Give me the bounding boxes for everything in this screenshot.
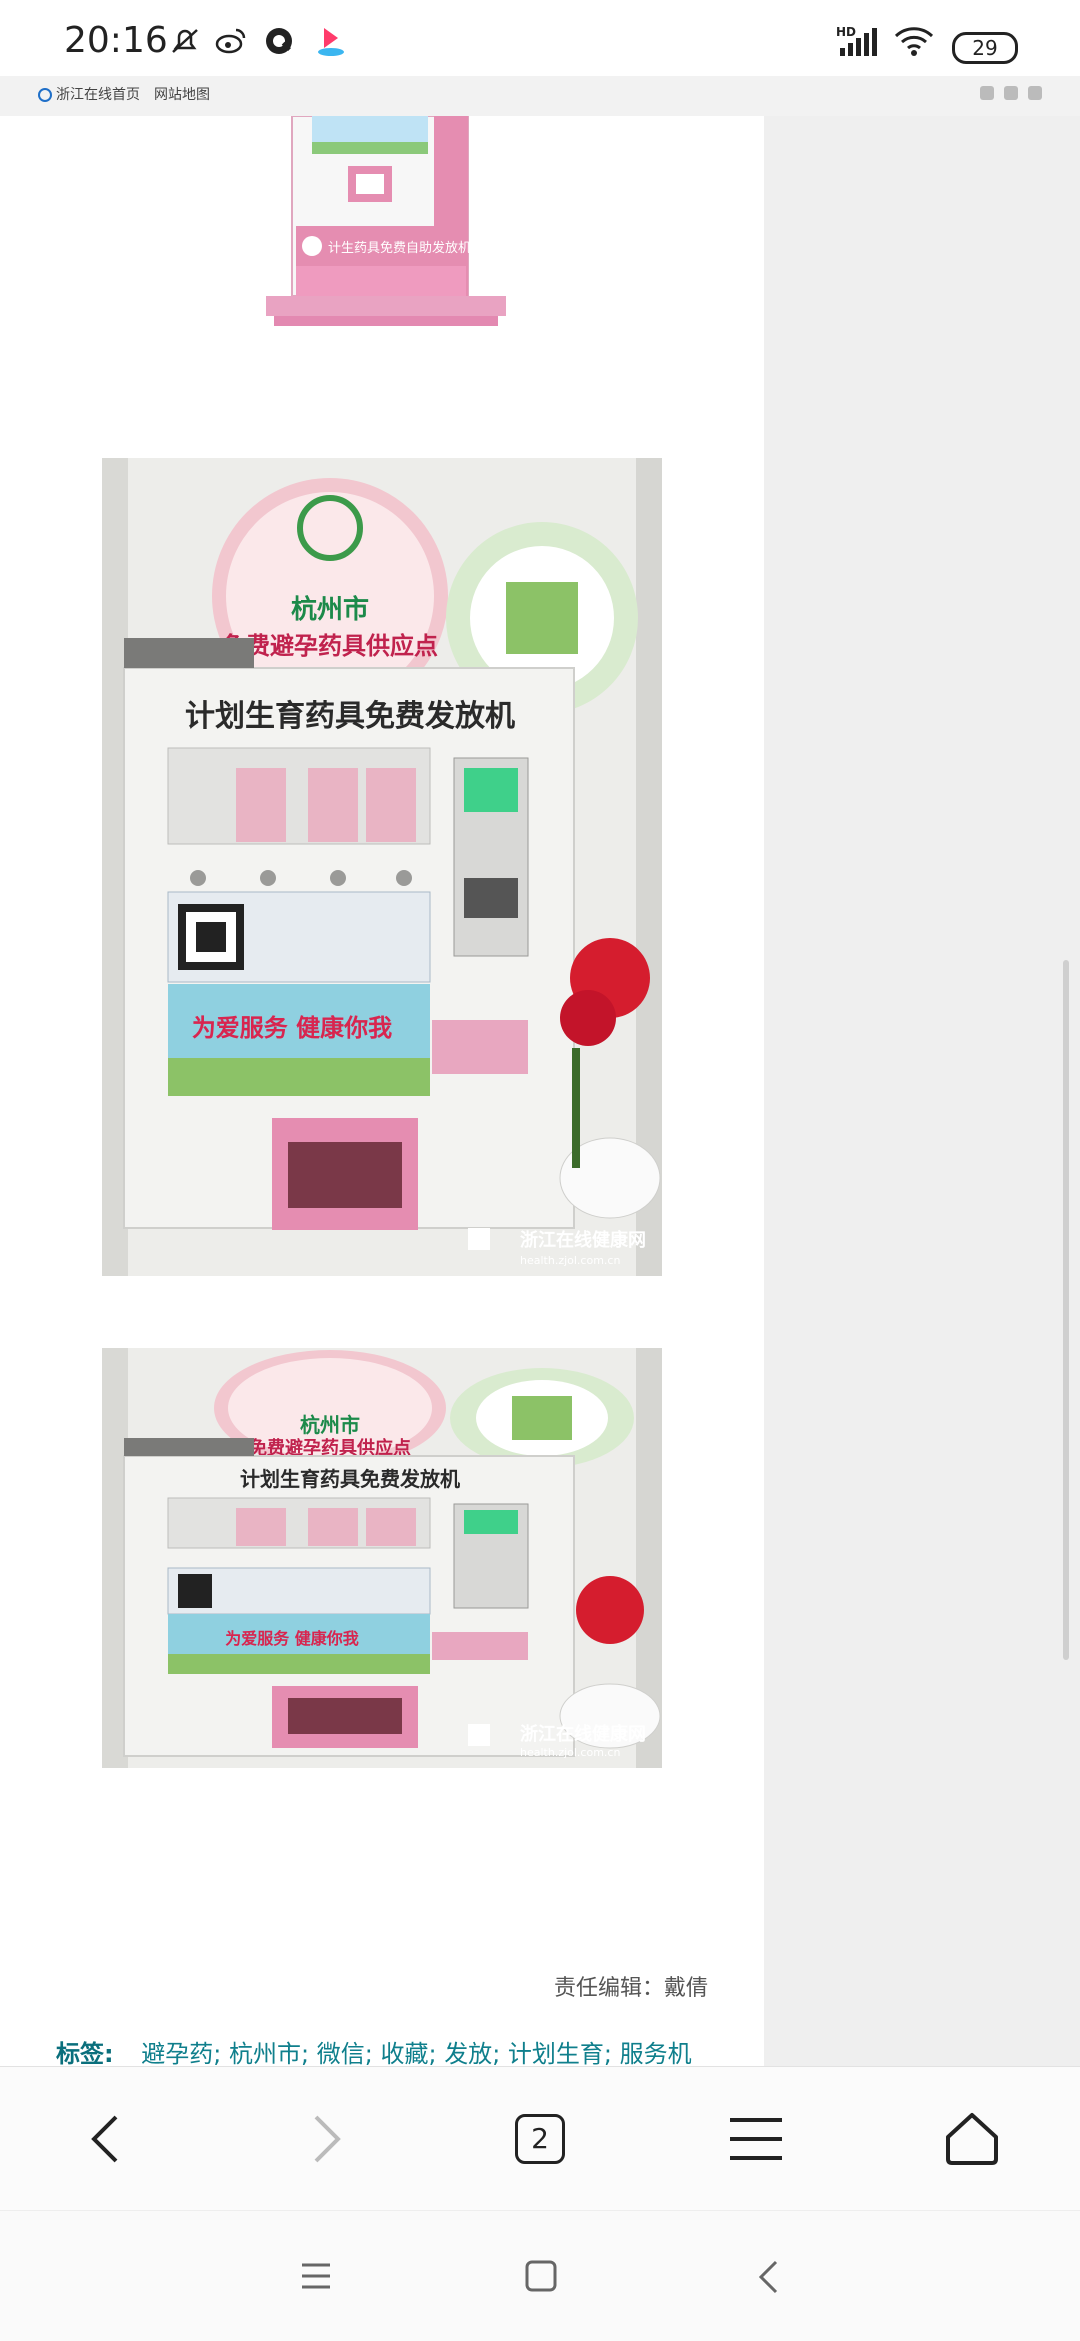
mail-icon[interactable] xyxy=(980,86,994,100)
zjol-logo-icon xyxy=(38,88,52,102)
globe-icon[interactable] xyxy=(1028,86,1042,100)
recent-apps-icon[interactable] xyxy=(300,2261,332,2291)
home-square-icon[interactable] xyxy=(524,2259,558,2293)
menu-button[interactable] xyxy=(720,2103,792,2175)
site-home-link[interactable]: 浙江在线首页 xyxy=(38,84,140,104)
chevron-left-icon xyxy=(91,2115,118,2163)
machine-photo-1: 杭州市 免费避孕药具供应点 计划生育药具免费发放机 为爱服务 健康你我 浙江在线… xyxy=(102,458,662,1276)
slogan-1: 为爱服务 健康你我 xyxy=(192,1014,392,1042)
video-app-icon xyxy=(318,28,344,56)
sign-text-1: 免费避孕药具供应点 xyxy=(222,632,438,660)
tag-item[interactable]: 计划生育 xyxy=(508,2040,604,2068)
system-nav-bar xyxy=(0,2210,1080,2341)
tag-item[interactable]: 收藏 xyxy=(380,2040,428,2068)
signal-icon: HD xyxy=(836,25,877,56)
scrollbar[interactable] xyxy=(1063,960,1069,1660)
slogan-2: 为爱服务 健康你我 xyxy=(225,1629,359,1648)
svg-text:HD: HD xyxy=(836,25,856,39)
machine-caption-1: 计划生育药具免费发放机 xyxy=(185,699,515,734)
machine-caption-2: 计划生育药具免费发放机 xyxy=(240,1467,460,1491)
right-sidebar xyxy=(764,116,1080,2066)
editor-name: 戴倩 xyxy=(663,1976,708,2001)
tag-item[interactable]: 微信 xyxy=(317,2040,365,2068)
machine-illustration-top: 计生药具免费自助发放机 xyxy=(266,116,506,326)
tag-item[interactable]: 发放 xyxy=(444,2040,492,2068)
sign-city-1: 杭州市 xyxy=(291,594,369,625)
bell-muted-icon xyxy=(172,29,198,53)
machine-photo-2: 杭州市 免费避孕药具供应点 计划生育药具免费发放机 为爱服务 健康你我 浙江在线… xyxy=(102,1348,662,1768)
status-bar: 20:16 HD 29 xyxy=(0,0,1080,76)
top-machine-label: 计生药具免费自助发放机 xyxy=(328,240,471,256)
article-content: 计生药具免费自助发放机 杭州市 免费避孕药具供应点 计划生育药具免费发放机 为爱… xyxy=(0,116,764,2066)
battery-indicator: 29 xyxy=(952,32,1018,64)
home-button[interactable] xyxy=(936,2103,1008,2175)
tag-item[interactable]: 杭州市 xyxy=(229,2040,301,2068)
tag-item[interactable]: 避孕药 xyxy=(141,2040,213,2068)
sign-city-2: 杭州市 xyxy=(300,1413,360,1437)
watermark-url-1: health.zjol.com.cn xyxy=(520,1254,620,1267)
tab-count: 2 xyxy=(515,2114,565,2164)
wifi-icon xyxy=(894,27,934,56)
q-app-icon xyxy=(266,28,292,54)
site-header: 浙江在线首页 网站地图 xyxy=(0,76,1080,117)
status-time: 20:16 xyxy=(64,20,168,61)
weibo-icon xyxy=(215,28,246,54)
tags-row: 标签: 避孕药; 杭州市; 微信; 收藏; 发放; 计划生育; 服务机 xyxy=(56,2040,692,2068)
watermark-1: 浙江在线健康网 xyxy=(520,1229,646,1251)
tag-item[interactable]: 服务机 xyxy=(620,2040,692,2068)
camera-icon[interactable] xyxy=(1004,86,1018,100)
hamburger-menu-icon xyxy=(730,2118,782,2160)
editor-line: 责任编辑：戴倩 xyxy=(554,1970,708,2002)
watermark-2: 浙江在线健康网 xyxy=(520,1723,646,1745)
sitemap-link[interactable]: 网站地图 xyxy=(154,84,210,104)
chevron-right-icon xyxy=(314,2115,341,2163)
system-back-icon[interactable] xyxy=(756,2259,780,2295)
back-button[interactable] xyxy=(70,2103,142,2175)
tabs-button[interactable]: 2 xyxy=(504,2103,576,2175)
forward-button[interactable] xyxy=(290,2103,362,2175)
watermark-url-2: health.zjol.com.cn xyxy=(520,1746,620,1759)
browser-toolbar: 2 xyxy=(0,2066,1080,2211)
editor-label: 责任编辑： xyxy=(553,1976,664,2001)
home-icon xyxy=(946,2113,998,2165)
tags-label: 标签: xyxy=(56,2040,114,2068)
